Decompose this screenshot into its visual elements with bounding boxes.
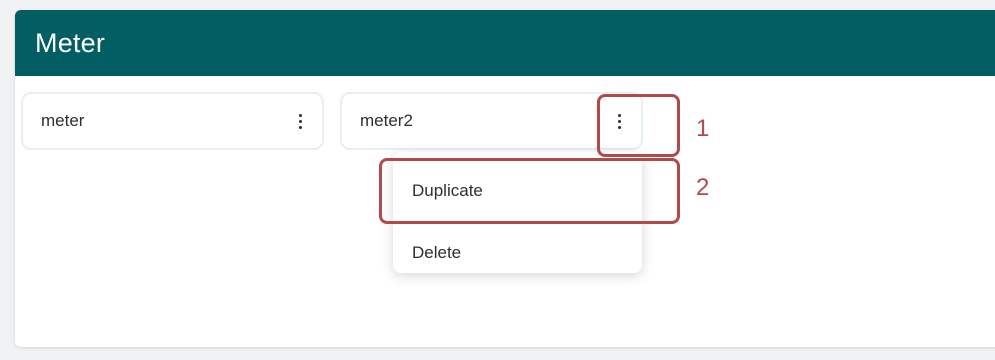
kebab-menu-icon[interactable]: [609, 108, 629, 134]
kebab-menu-icon[interactable]: [290, 108, 310, 134]
annotation-number-2: 2: [696, 174, 710, 201]
panel-header: Meter: [15, 10, 995, 76]
panel-title: Meter: [35, 27, 106, 58]
meter-card[interactable]: meter: [21, 92, 324, 150]
meter2-card[interactable]: meter2: [340, 92, 643, 150]
annotation-number-1: 1: [696, 115, 710, 142]
meter-card-name: meter: [41, 111, 85, 130]
meter2-card-name: meter2: [360, 111, 413, 130]
menu-item-delete[interactable]: Delete: [412, 243, 461, 263]
card-context-menu: Duplicate Delete: [393, 152, 642, 273]
menu-item-duplicate[interactable]: Duplicate: [412, 181, 483, 201]
